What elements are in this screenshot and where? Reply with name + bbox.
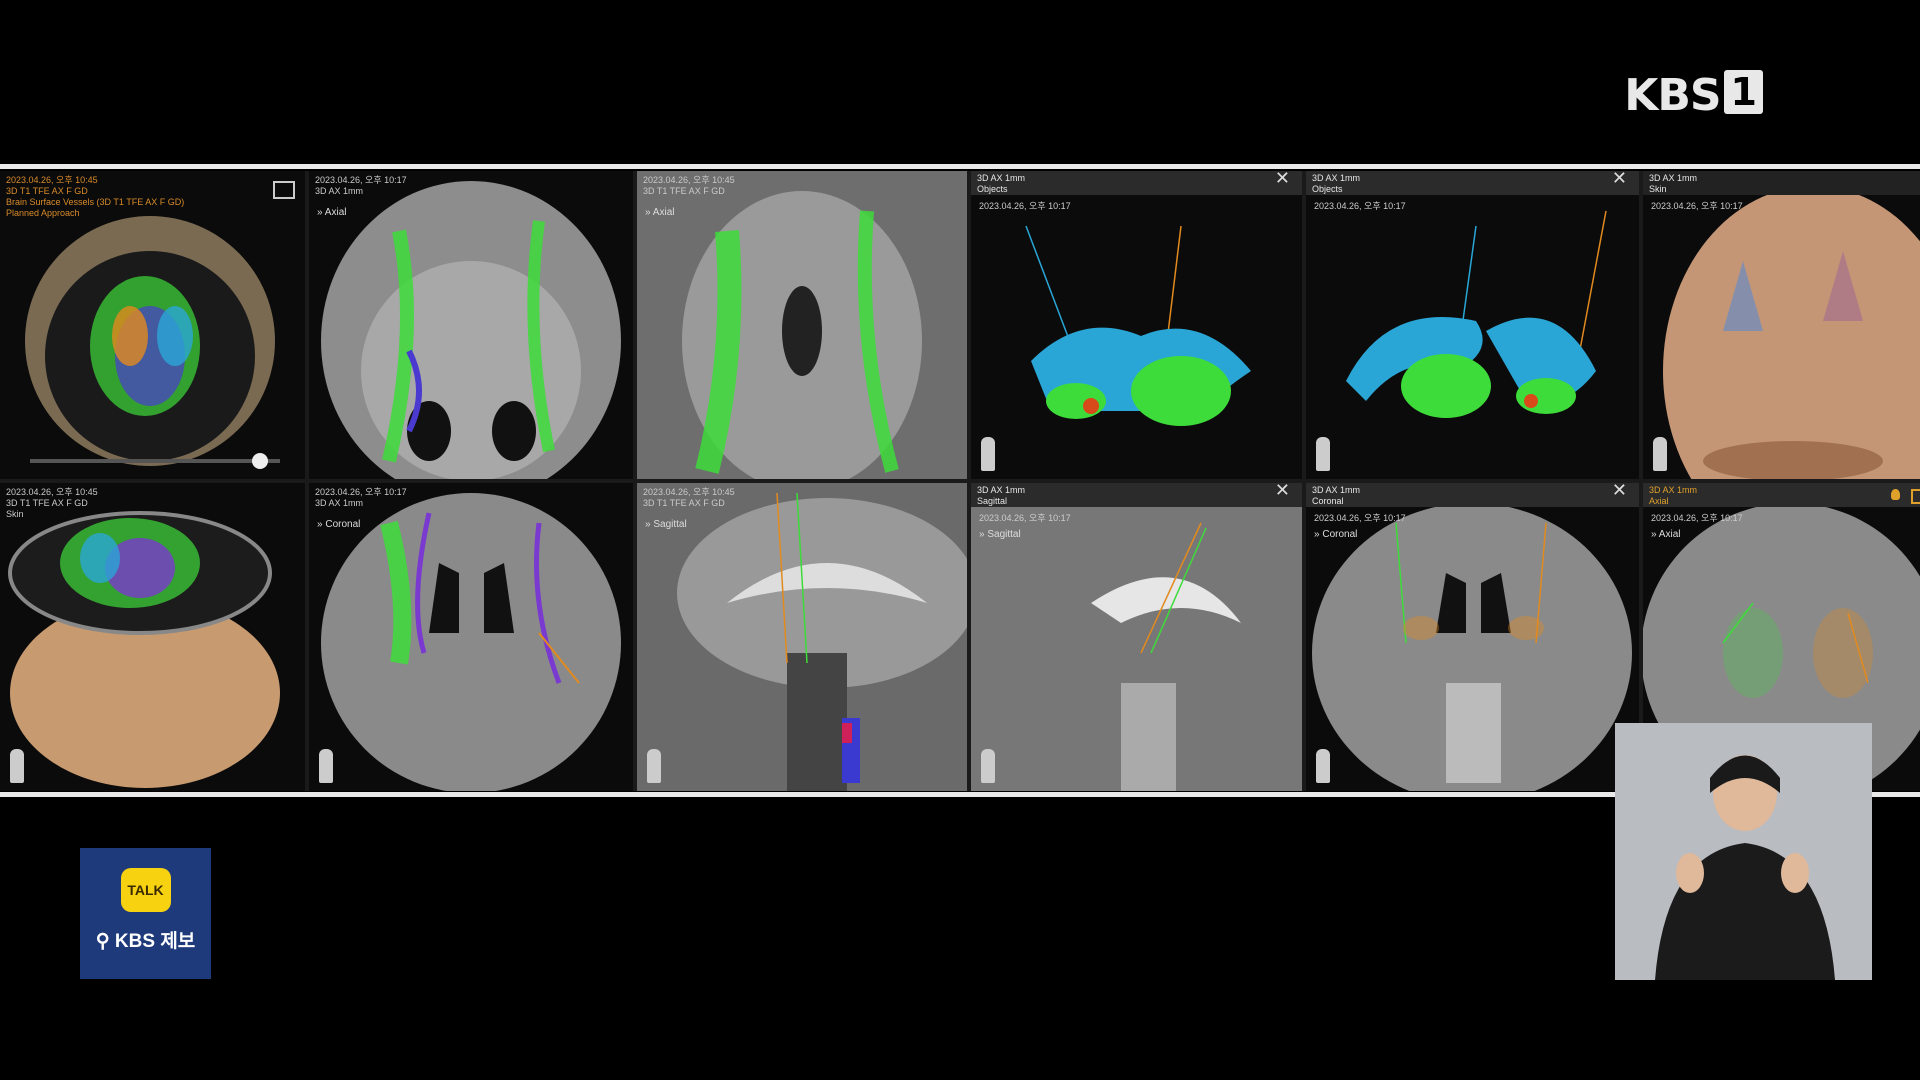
viewport-axial-mri-2[interactable]: 2023.04.26, 오후 10:45 3D T1 TFE AX F GD »…: [637, 171, 967, 479]
orientation-figure-icon: [981, 437, 995, 471]
viewport-header: 3D AX 1mm Axial: [1643, 483, 1920, 507]
interpreter-figure: [1655, 755, 1835, 980]
sign-language-interpreter: [1615, 723, 1872, 980]
viewport-header: 3D AX 1mm Objects ✕: [1306, 171, 1639, 195]
view-mode-label[interactable]: » Sagittal: [979, 529, 1021, 540]
viewport-date: 2023.04.26, 오후 10:17: [1651, 513, 1743, 523]
view-mode-label[interactable]: » Axial: [1651, 529, 1680, 540]
viewport-header: 3D AX 1mm Skin: [1643, 171, 1920, 195]
mode-text: Coronal: [1322, 529, 1358, 540]
viewport-coronal-mri[interactable]: 2023.04.26, 오후 10:17 3D AX 1mm » Coronal: [309, 483, 633, 791]
channel-number: 1: [1723, 70, 1763, 114]
mode-text: Sagittal: [653, 519, 687, 530]
mode-text: Coronal: [325, 519, 361, 530]
viewport-title: 3D AX 1mm Coronal: [1312, 485, 1361, 506]
skin-3d-render: [1663, 186, 1920, 479]
viewport-title: 3D AX 1mm Skin: [1649, 173, 1698, 194]
light-bulb-icon[interactable]: [1891, 489, 1900, 500]
viewport-header: 3D AX 1mm Coronal ✕: [1306, 483, 1639, 507]
viewport-header: 3D AX 1mm Objects ✕: [971, 171, 1302, 195]
viewport-sagittal[interactable]: 3D AX 1mm Sagittal ✕ 2023.04.26, 오후 10:1…: [971, 483, 1302, 791]
viewport-date: 2023.04.26, 오후 10:17: [979, 513, 1071, 523]
viewport-sagittal-mri[interactable]: 2023.04.26, 오후 10:45 3D T1 TFE AX F GD »…: [637, 483, 967, 791]
viewport-info: 2023.04.26, 오후 10:17 3D AX 1mm: [315, 487, 407, 508]
viewport-date: 2023.04.26, 오후 10:17: [979, 201, 1071, 211]
view-mode-label[interactable]: » Sagittal: [645, 519, 687, 530]
head-skin-3d-render: [8, 511, 280, 788]
mode-text: Sagittal: [987, 529, 1021, 540]
viewport-3d-head-tracts[interactable]: 2023.04.26, 오후 10:45 3D T1 TFE AX F GD B…: [0, 171, 305, 479]
kakao-talk-report-badge: TALK ⚲ KBS 제보: [80, 848, 211, 979]
viewport-date: 2023.04.26, 오후 10:17: [1651, 201, 1743, 211]
axial-mri-image: [321, 181, 621, 479]
viewer-grid: 2023.04.26, 오후 10:45 3D T1 TFE AX F GD B…: [0, 171, 1920, 791]
orientation-figure-icon: [981, 749, 995, 783]
viewport-axial-mri[interactable]: 2023.04.26, 오후 10:17 3D AX 1mm » Axial: [309, 171, 633, 479]
orientation-figure-icon: [319, 749, 333, 783]
objects-3d-render: [1025, 225, 1251, 426]
viewport-objects-3d[interactable]: 3D AX 1mm Objects ✕ 2023.04.26, 오후 10:17: [971, 171, 1302, 479]
viewport-date: 2023.04.26, 오후 10:17: [1314, 201, 1406, 211]
viewport-info: 2023.04.26, 오후 10:45 3D T1 TFE AX F GD: [643, 175, 735, 196]
report-label-text: KBS 제보: [114, 931, 196, 952]
kbs-logo-text: KBS: [1624, 70, 1721, 121]
orientation-figure-icon: [1316, 437, 1330, 471]
edit-icon[interactable]: [1911, 489, 1920, 504]
viewport-3d-head-skin[interactable]: 2023.04.26, 오후 10:45 3D T1 TFE AX F GD S…: [0, 483, 305, 791]
orientation-figure-icon: [10, 749, 24, 783]
close-icon[interactable]: ✕: [1612, 171, 1627, 187]
viewport-skin-3d[interactable]: 3D AX 1mm Skin 2023.04.26, 오후 10:17: [1643, 171, 1920, 479]
objects-3d-render: [1346, 210, 1607, 418]
viewport-info: 2023.04.26, 오후 10:45 3D T1 TFE AX F GD B…: [6, 175, 185, 218]
viewport-title: 3D AX 1mm Objects: [977, 173, 1026, 194]
orientation-figure-icon: [1653, 437, 1667, 471]
expand-icon[interactable]: [273, 181, 295, 199]
top-divider: [0, 164, 1920, 169]
viewport-date: 2023.04.26, 오후 10:17: [1314, 513, 1406, 523]
viewport-title: 3D AX 1mm Sagittal: [977, 485, 1026, 506]
viewport-objects-3d-2[interactable]: 3D AX 1mm Objects ✕ 2023.04.26, 오후 10:17: [1306, 171, 1639, 479]
mode-text: Axial: [652, 207, 675, 218]
close-icon[interactable]: ✕: [1275, 171, 1290, 187]
orientation-figure-icon: [1316, 749, 1330, 783]
close-icon[interactable]: ✕: [1612, 483, 1627, 499]
kakao-talk-icon: TALK: [120, 868, 171, 912]
viewport-info: 2023.04.26, 오후 10:17 3D AX 1mm: [315, 175, 407, 196]
viewport-title: 3D AX 1mm Axial: [1649, 485, 1698, 506]
view-mode-label[interactable]: » Coronal: [1314, 529, 1357, 540]
viewport-header: 3D AX 1mm Sagittal ✕: [971, 483, 1302, 507]
view-mode-label[interactable]: » Coronal: [317, 519, 360, 530]
mode-text: Axial: [1658, 529, 1681, 540]
view-mode-label[interactable]: » Axial: [317, 207, 346, 218]
close-icon[interactable]: ✕: [1275, 483, 1290, 499]
view-mode-label[interactable]: » Axial: [645, 207, 674, 218]
viewport-info: 2023.04.26, 오후 10:45 3D T1 TFE AX F GD S…: [6, 487, 98, 519]
viewport-info: 2023.04.26, 오후 10:45 3D T1 TFE AX F GD: [643, 487, 735, 508]
kbs1-logo: KBS 1: [1624, 70, 1763, 121]
mode-text: Axial: [324, 207, 347, 218]
report-label: ⚲ KBS 제보: [95, 931, 196, 952]
axial-mri-image: [637, 171, 967, 479]
viewport-title: 3D AX 1mm Objects: [1312, 173, 1361, 194]
viewport-coronal[interactable]: 3D AX 1mm Coronal ✕ 2023.04.26, 오후 10:17…: [1306, 483, 1639, 791]
orientation-figure-icon: [647, 749, 661, 783]
